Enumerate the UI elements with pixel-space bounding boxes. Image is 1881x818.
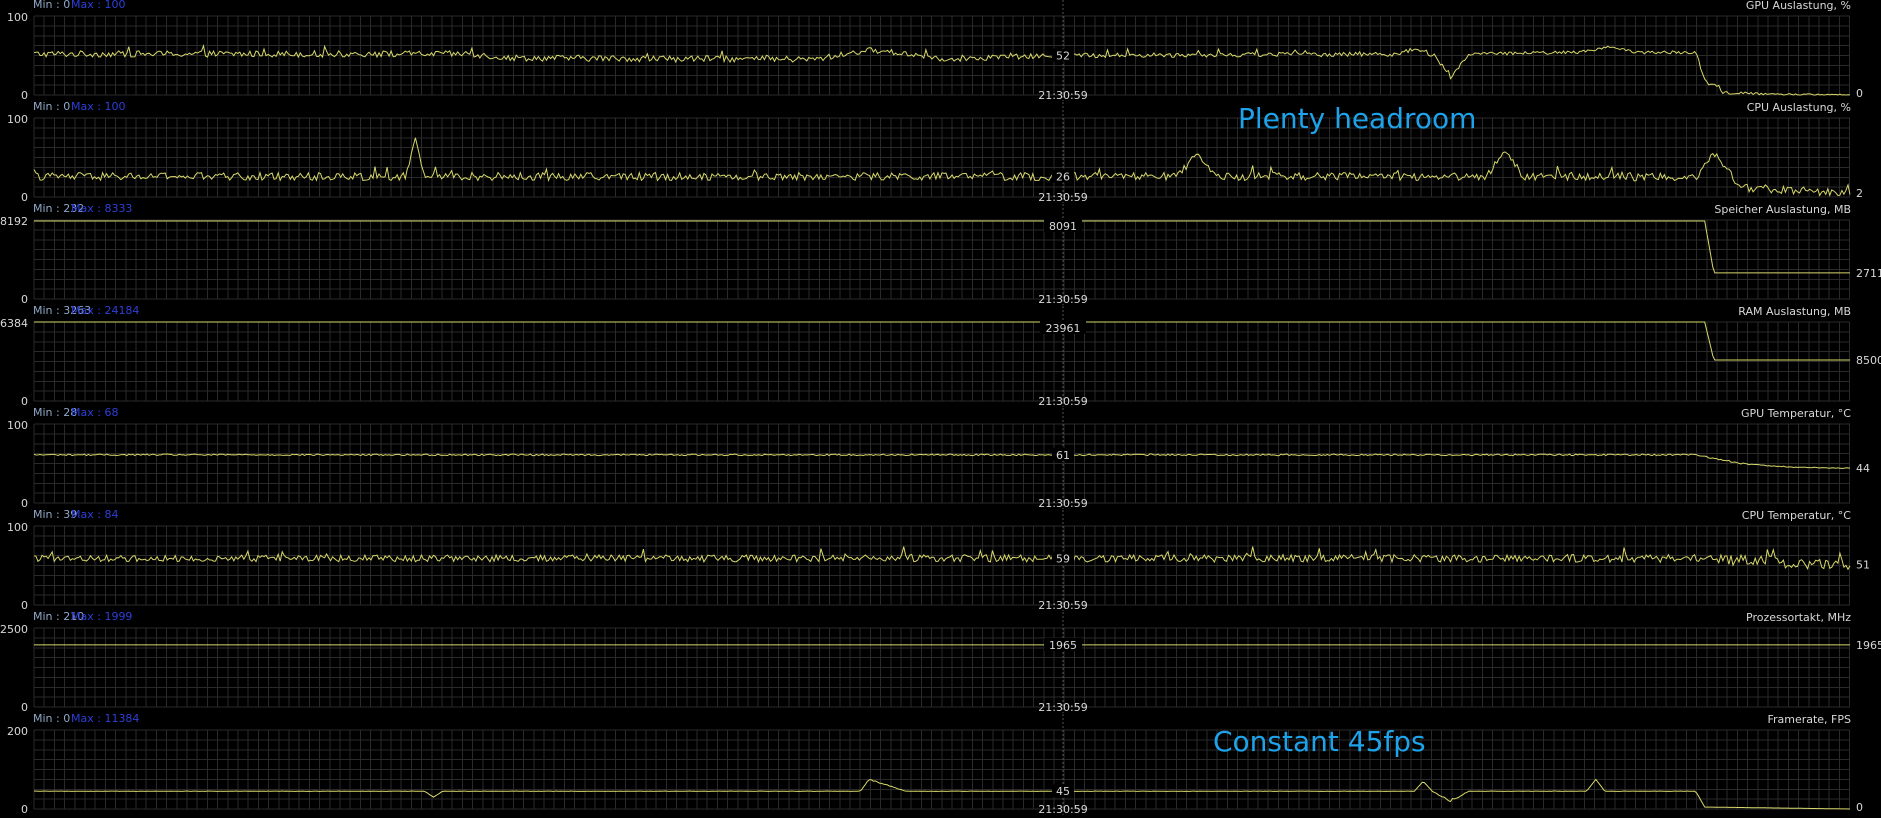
chart-title: GPU Temperatur, °C — [1741, 407, 1851, 420]
current-value-label: 2 — [1856, 187, 1863, 200]
chart-panel-1: Min : 0 Max : 100 GPU Auslastung, % 100 0 52 0… — [7, 0, 1863, 102]
y-tick-bottom: 0 — [21, 395, 28, 408]
y-tick-top: 2500 — [0, 623, 28, 636]
current-value-label: 2711 — [1856, 267, 1881, 280]
cursor-time-label: 21:30:59 — [1038, 293, 1087, 306]
max-label: Max : 1999 — [71, 610, 132, 623]
y-tick-top: 100 — [7, 113, 28, 126]
chart-panel-4: Min : 3263Max : 24184RAM Auslastung, MB1… — [0, 304, 1881, 408]
cursor-time-label: 21:30:59 — [1038, 701, 1087, 714]
current-value-label: 0 — [1856, 87, 1863, 100]
max-label: Max : 84 — [71, 508, 118, 521]
chart-panel-6: Min : 39Max : 84 CPU Temperatur, °C100059… — [7, 508, 1870, 612]
current-value-label: 1965 — [1856, 639, 1881, 652]
cursor-value-label: 23961 — [1046, 322, 1081, 335]
cursor-value-label: 52 — [1056, 50, 1070, 63]
min-label: Min : 0 — [33, 712, 70, 725]
cursor-value-label: 8091 — [1049, 220, 1077, 233]
grid — [33, 729, 1851, 810]
grid — [33, 219, 1851, 300]
cursor-time-label: 21:30:59 — [1038, 395, 1087, 408]
chart-panel-2: Min : 0 Max : 100 CPU Auslastung, % 100 0 26 2… — [7, 100, 1863, 204]
cursor-time-label: 21:30:59 — [1038, 191, 1087, 204]
current-value-label: 51 — [1856, 559, 1870, 572]
y-tick-top: 200 — [7, 725, 28, 738]
cursor-value-label: 45 — [1056, 785, 1070, 798]
y-tick-bottom: 0 — [21, 293, 28, 306]
chart-panel-8: Min : 0 Max : 11384 Framerate, FPS 200 0 45 0 2… — [7, 712, 1863, 816]
chart-panel-5: Min : 28Max : 68 GPU Temperatur, °C100061… — [7, 406, 1870, 510]
max-label: Max : 100 — [71, 100, 125, 113]
y-tick-top: 100 — [7, 521, 28, 534]
grid — [33, 321, 1851, 402]
chart-panel-3: Min : 232Max : 8333 Speicher Auslastung, … — [0, 202, 1881, 306]
annotation-text: Constant 45fps — [1213, 725, 1426, 758]
min-label: Min : 0 — [33, 100, 70, 113]
current-value-label: 0 — [1856, 801, 1863, 814]
current-value-label: 8500 — [1856, 354, 1881, 367]
max-label: Max : 100 — [71, 0, 125, 11]
cursor-value-label: 26 — [1056, 170, 1070, 183]
min-label: Min : 0 — [33, 0, 70, 11]
chart-title: CPU Temperatur, °C — [1742, 509, 1852, 522]
chart-title: GPU Auslastung, % — [1746, 0, 1851, 12]
max-label: Max : 8333 — [71, 202, 132, 215]
chart-title: RAM Auslastung, MB — [1738, 305, 1851, 318]
annotation-text: Plenty headroom — [1238, 102, 1477, 135]
cursor-value-label: 59 — [1056, 552, 1070, 565]
grid — [33, 525, 1851, 606]
current-value-label: 44 — [1856, 462, 1870, 475]
cursor-time-label: 21:30:59 — [1038, 803, 1087, 816]
cursor-time-label: 21:30:59 — [1038, 89, 1087, 102]
chart-title: Framerate, FPS — [1767, 713, 1851, 726]
cursor-value-label: 61 — [1056, 449, 1070, 462]
y-tick-top: 16384 — [0, 317, 28, 330]
grid — [33, 627, 1851, 708]
y-tick-bottom: 0 — [21, 89, 28, 102]
y-tick-bottom: 0 — [21, 191, 28, 204]
y-tick-bottom: 0 — [21, 599, 28, 612]
y-tick-bottom: 0 — [21, 497, 28, 510]
grid — [33, 423, 1851, 504]
chart-panel-7: Min : 210Max : 1999 Prozessortakt, MHz250… — [0, 610, 1881, 714]
chart-title: Prozessortakt, MHz — [1746, 611, 1851, 624]
y-tick-bottom: 0 — [21, 803, 28, 816]
max-label: Max : 11384 — [71, 712, 139, 725]
cursor-time-label: 21:30:59 — [1038, 599, 1087, 612]
hardware-monitor-charts: Min : 0 Max : 100 GPU Auslastung, %1000520… — [0, 0, 1881, 816]
y-tick-top: 8192 — [0, 215, 28, 228]
y-tick-bottom: 0 — [21, 701, 28, 714]
cursor-time-label: 21:30:59 — [1038, 497, 1087, 510]
max-label: Max : 24184 — [71, 304, 139, 317]
max-label: Max : 68 — [71, 406, 118, 419]
cursor-value-label: 1965 — [1049, 639, 1077, 652]
y-tick-top: 100 — [7, 419, 28, 432]
grid — [33, 117, 1851, 198]
y-tick-top: 100 — [7, 11, 28, 24]
chart-title: CPU Auslastung, % — [1747, 101, 1851, 114]
chart-title: Speicher Auslastung, MB — [1714, 203, 1851, 216]
